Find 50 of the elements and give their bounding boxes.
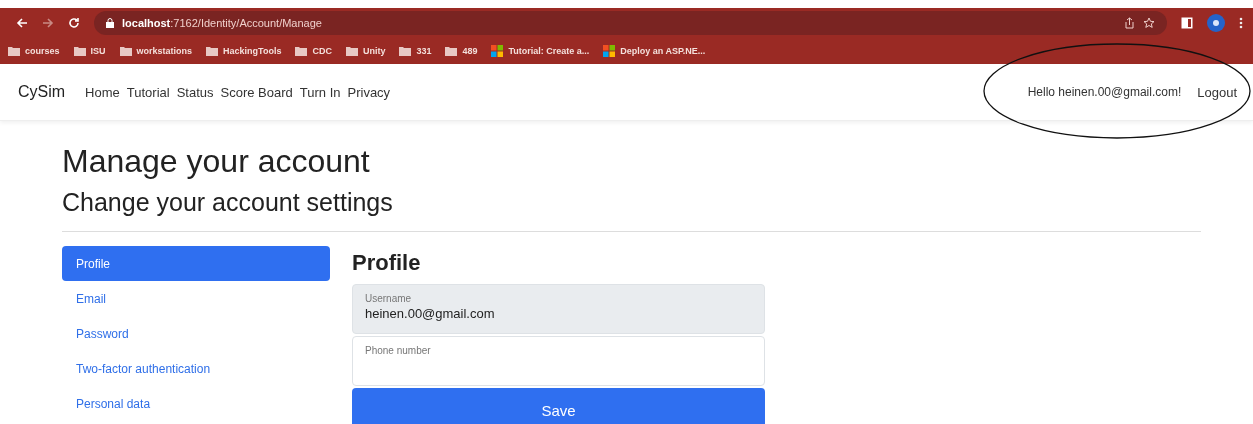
folder-icon (399, 46, 412, 56)
section-heading: Profile (352, 250, 422, 276)
folder-icon (295, 46, 308, 56)
nav-link[interactable]: Status (176, 84, 214, 100)
lock-icon (106, 18, 114, 28)
sidebar-item[interactable]: Two-factor authentication (62, 351, 330, 386)
bookmark[interactable]: ISU (73, 46, 106, 56)
menu-icon[interactable] (1239, 17, 1243, 29)
nav-link[interactable]: Privacy (347, 84, 391, 100)
folder-icon (73, 46, 86, 56)
side-panel-icon[interactable] (1181, 17, 1193, 29)
url-text: localhost:7162/Identity/Account/Manage (122, 17, 322, 29)
bookmark[interactable]: Deploy an ASP.NE... (603, 45, 706, 57)
folder-icon (206, 46, 219, 56)
reload-icon[interactable] (68, 17, 80, 29)
folder-icon (119, 46, 132, 56)
nav-link[interactable]: Score Board (220, 84, 293, 100)
page-title: Manage your account (62, 143, 371, 180)
bookmark[interactable]: Unity (345, 46, 386, 56)
bookmark[interactable]: CDC (295, 46, 332, 56)
input-field[interactable]: Phone number (352, 336, 765, 386)
forward-icon[interactable] (42, 17, 54, 29)
bookmark[interactable]: workstations (119, 46, 193, 56)
bookmark[interactable]: Tutorial: Create a... (491, 45, 590, 57)
greeting-link[interactable]: Hello heinen.00@gmail.com! (1027, 85, 1182, 99)
bookmark[interactable]: 331 (399, 46, 432, 56)
nav-link[interactable]: Home (85, 84, 120, 100)
bookmark[interactable]: HackingTools (206, 46, 282, 56)
folder-icon (445, 46, 458, 56)
nav-link[interactable]: Turn In (299, 84, 341, 100)
folder-icon (8, 46, 20, 56)
back-icon[interactable] (16, 17, 28, 29)
bookmark[interactable]: courses (8, 46, 60, 56)
sidebar-item[interactable]: Password (62, 316, 330, 351)
nav-link[interactable]: Tutorial (126, 84, 170, 100)
four-squares-icon (491, 45, 504, 57)
star-icon[interactable] (1143, 17, 1155, 29)
sidebar-item[interactable]: Email (62, 281, 330, 316)
sidebar-item[interactable]: Profile (62, 246, 330, 281)
brand-link[interactable]: CySim (18, 83, 66, 101)
sidebar-item[interactable]: Personal data (62, 386, 330, 421)
folder-icon (345, 46, 358, 56)
address-bar[interactable]: localhost:7162/Identity/Account/Manage (94, 11, 1167, 35)
page-subtitle: Change your account settings (62, 188, 394, 217)
bookmark[interactable]: 489 (445, 46, 478, 56)
save-button[interactable]: Save (352, 388, 765, 424)
four-squares-icon (603, 45, 616, 57)
profile-avatar-icon[interactable] (1207, 14, 1225, 32)
logout-link[interactable]: Logout (1197, 84, 1237, 100)
share-icon[interactable] (1124, 17, 1135, 29)
